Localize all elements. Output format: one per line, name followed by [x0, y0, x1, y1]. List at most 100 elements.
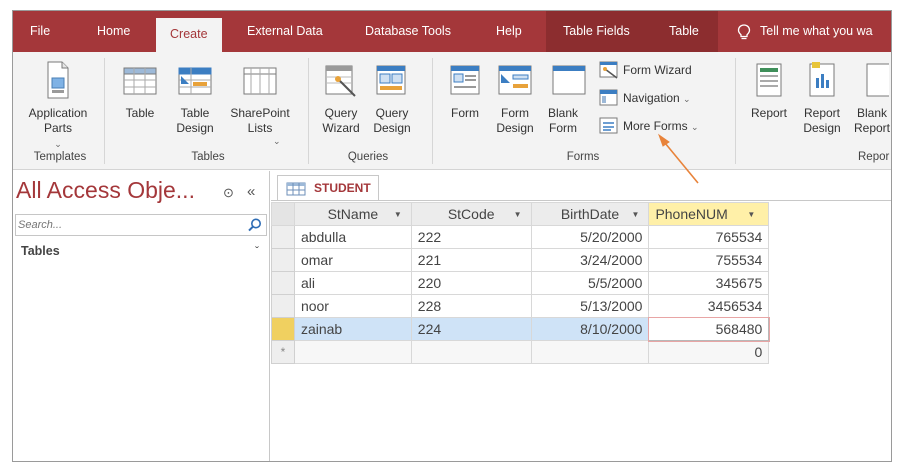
group-label-queries: Queries — [347, 151, 389, 163]
tab-table-fields[interactable]: Table Fields — [563, 11, 630, 52]
cell-stcode[interactable]: 220 — [410, 271, 532, 295]
nav-pane-title[interactable]: All Access Obje... — [16, 177, 195, 204]
column-header-label: BirthDate — [560, 206, 620, 222]
cell-stcode[interactable]: 224 — [410, 317, 532, 341]
cell-birthdate[interactable]: 5/13/2000 — [530, 294, 650, 318]
cell-stcode[interactable]: 228 — [410, 294, 532, 318]
blank-form-button[interactable]: Blank Form — [543, 60, 595, 136]
tab-home[interactable]: Home — [97, 11, 130, 52]
table-icon — [123, 67, 157, 95]
form-wizard-button[interactable]: Form Wizard — [599, 58, 721, 82]
blank-report-button[interactable]: Blank Report — [851, 60, 891, 136]
dropdown-arrow-icon[interactable]: ▼ — [514, 210, 522, 219]
row-selector[interactable] — [271, 248, 295, 272]
tab-help[interactable]: Help — [496, 11, 522, 52]
dropdown-arrow-icon[interactable]: ▼ — [394, 210, 402, 219]
cell-phonenum[interactable]: 3456534 — [648, 294, 770, 318]
row-selector[interactable] — [271, 225, 295, 249]
tab-create[interactable]: Create — [156, 18, 222, 52]
search-icon[interactable] — [247, 217, 263, 233]
more-forms-button[interactable]: More Forms ⌄ — [599, 114, 721, 138]
report-design-button[interactable]: Report Design — [798, 60, 846, 136]
nav-group-tables[interactable]: Tables ˇ — [21, 244, 261, 262]
table-row-current[interactable]: zainab 224 8/10/2000 568480 — [271, 316, 891, 342]
nav-search-input[interactable] — [18, 217, 240, 233]
ribbon-separator — [735, 58, 736, 164]
table-row[interactable]: ali 220 5/5/2000 345675 — [271, 271, 892, 295]
form-button[interactable]: Form — [445, 60, 485, 121]
cell-stname[interactable]: omar — [293, 248, 412, 272]
tab-table[interactable]: Table — [669, 11, 699, 52]
chevron-down-circle-icon[interactable]: ⊙ — [223, 185, 234, 201]
cell-birthdate[interactable]: 3/24/2000 — [530, 248, 650, 272]
blank-report-label: Blank Report — [853, 106, 891, 135]
query-wizard-button[interactable]: Query Wizard — [318, 60, 364, 136]
document-area: STUDENT StName ▼ StCode ▼ BirthDate ▼ Phone… — [271, 171, 892, 461]
chevron-down-icon: ⌄ — [54, 139, 62, 149]
form-label: Form — [451, 106, 479, 120]
cell-stname[interactable]: zainab — [293, 317, 412, 341]
row-selector-corner[interactable] — [271, 202, 295, 226]
sharepoint-lists-button[interactable]: SharePoint Lists ⌄ — [223, 60, 297, 146]
application-parts-button[interactable]: Application Parts ⌄ — [19, 60, 97, 152]
menu-bar: File Home Create External Data Database … — [13, 11, 891, 52]
dropdown-arrow-icon[interactable]: ▼ — [747, 210, 755, 219]
cell-stcode[interactable]: 222 — [410, 225, 532, 249]
table-button[interactable]: Table — [119, 60, 161, 121]
row-selector-current[interactable] — [271, 317, 295, 341]
group-label-reports: Repor — [858, 151, 890, 163]
sharepoint-lists-label: SharePoint Lists — [230, 106, 290, 135]
tab-file[interactable]: File — [30, 11, 50, 52]
table-row[interactable]: abdulla 222 5/20/2000 765534 — [271, 225, 892, 249]
column-header-stname[interactable]: StName ▼ — [293, 202, 412, 226]
table-row[interactable]: noor 228 5/13/2000 3456534 — [271, 294, 892, 318]
form-design-label: Form Design — [496, 106, 534, 135]
new-record-marker[interactable]: * — [271, 340, 295, 364]
cell-phonenum-editing[interactable]: 568480 — [647, 316, 770, 342]
table-design-icon — [178, 67, 212, 95]
dropdown-arrow-icon[interactable]: ▼ — [632, 210, 640, 219]
cell-phonenum[interactable]: 755534 — [648, 248, 770, 272]
cell-birthdate[interactable]: 5/20/2000 — [530, 225, 650, 249]
collapse-pane-icon[interactable]: « — [247, 183, 255, 200]
row-selector[interactable] — [271, 294, 295, 318]
query-design-button[interactable]: Query Design — [369, 60, 415, 136]
form-icon — [450, 65, 480, 95]
navigation-icon — [599, 89, 618, 106]
cell-birthdate[interactable]: 8/10/2000 — [530, 317, 650, 341]
report-button[interactable]: Report — [745, 60, 793, 121]
cell-stname[interactable]: abdulla — [293, 225, 412, 249]
form-design-icon — [498, 65, 532, 95]
navigation-button[interactable]: Navigation ⌄ — [599, 86, 721, 110]
cell-stcode-new[interactable] — [410, 340, 532, 364]
cell-stname[interactable]: ali — [293, 271, 412, 295]
table-row[interactable]: omar 221 3/24/2000 755534 — [271, 248, 892, 272]
nav-search-box[interactable] — [15, 214, 267, 236]
chevron-down-icon: ⌄ — [273, 136, 281, 146]
document-tab-student[interactable]: STUDENT — [277, 175, 379, 201]
cell-phonenum[interactable]: 345675 — [648, 271, 770, 295]
row-selector[interactable] — [271, 271, 295, 295]
form-design-button[interactable]: Form Design — [493, 60, 537, 136]
cell-phonenum[interactable]: 765534 — [648, 225, 770, 249]
cell-stname-new[interactable] — [293, 340, 412, 364]
cell-birthdate-new[interactable] — [530, 340, 650, 364]
report-label: Report — [750, 106, 788, 120]
column-header-phonenum[interactable]: PhoneNUM ▼ — [648, 202, 770, 226]
column-header-stcode[interactable]: StCode ▼ — [410, 202, 532, 226]
cell-stname[interactable]: noor — [293, 294, 412, 318]
column-header-birthdate[interactable]: BirthDate ▼ — [530, 202, 650, 226]
table-design-button[interactable]: Table Design — [171, 60, 219, 136]
double-chevron-down-icon: ˇ — [255, 244, 259, 258]
empty-cell — [769, 295, 891, 318]
tab-database-tools[interactable]: Database Tools — [365, 11, 451, 52]
table-icon — [286, 182, 306, 196]
cell-phonenum-new[interactable]: 0 — [648, 340, 770, 364]
cell-stcode[interactable]: 221 — [410, 248, 532, 272]
navigation-pane: All Access Obje... ⊙ « Tables ˇ — [13, 171, 270, 461]
tab-external-data[interactable]: External Data — [247, 11, 323, 52]
ribbon: Application Parts ⌄ Templates Table Tabl… — [13, 52, 891, 170]
new-record-row[interactable]: * 0 — [271, 340, 891, 364]
cell-birthdate[interactable]: 5/5/2000 — [530, 271, 650, 295]
table-design-label: Table Design — [176, 106, 214, 135]
